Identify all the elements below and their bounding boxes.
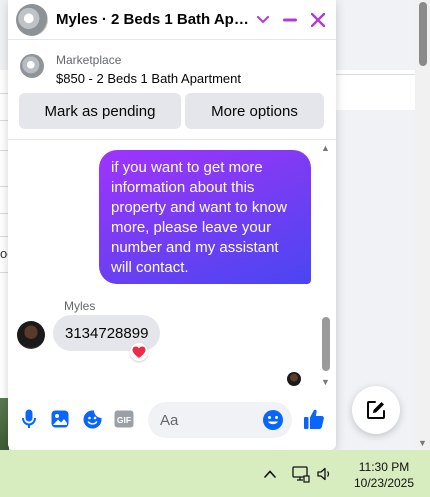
scroll-down-arrow-icon[interactable]: ▼ (321, 377, 330, 387)
taskbar: 11:30 PM 10/23/2025 (0, 450, 430, 497)
clock-time: 11:30 PM (358, 460, 410, 474)
chat-header: Myles · 2 Beds 1 Bath Apartment (8, 0, 336, 40)
compose-icon (367, 401, 385, 419)
microphone-icon[interactable] (18, 408, 40, 430)
heart-reaction-icon[interactable] (130, 343, 148, 361)
background-page-right (336, 70, 416, 110)
outgoing-message[interactable]: if you want to get more information abou… (99, 150, 311, 284)
clock-date: 10/23/2025 (353, 476, 415, 490)
emoji-icon[interactable] (262, 409, 284, 431)
message-input-wrapper (148, 402, 292, 438)
message-list[interactable]: if you want to get more information abou… (8, 141, 336, 391)
close-icon[interactable] (306, 8, 330, 32)
chevron-down-icon[interactable] (251, 8, 275, 32)
minimize-icon[interactable] (278, 8, 302, 32)
listing-title[interactable]: $850 - 2 Beds 1 Bath Apartment (56, 71, 241, 86)
seen-receipt-avatar (287, 372, 301, 386)
scroll-down-arrow-icon[interactable]: ▼ (418, 438, 427, 448)
page-scrollbar-thumb[interactable] (419, 2, 427, 66)
network-icon[interactable] (292, 465, 310, 483)
listing-thumbnail[interactable] (20, 54, 44, 78)
chat-title[interactable]: Myles · 2 Beds 1 Bath Apartment (56, 11, 252, 28)
gif-label: GIF (117, 415, 131, 425)
page-scrollbar[interactable] (415, 0, 430, 450)
new-message-button[interactable] (352, 386, 400, 434)
chevron-up-icon[interactable] (262, 466, 278, 482)
gif-icon[interactable]: GIF (113, 408, 135, 430)
sender-avatar[interactable] (17, 321, 45, 349)
more-options-button[interactable]: More options (185, 93, 324, 129)
message-composer: GIF (8, 400, 336, 440)
mark-as-pending-button[interactable]: Mark as pending (19, 93, 181, 129)
marketplace-listing-card: Marketplace $850 - 2 Beds 1 Bath Apartme… (8, 40, 336, 140)
chat-window: Myles · 2 Beds 1 Bath Apartment Marketpl… (8, 0, 336, 450)
image-icon[interactable] (49, 408, 71, 430)
volume-icon[interactable] (316, 465, 334, 483)
message-scrollbar-thumb[interactable] (322, 317, 330, 371)
sender-name: Myles (64, 299, 96, 313)
system-clock[interactable]: 11:30 PM 10/23/2025 (346, 459, 422, 491)
sticker-icon[interactable] (81, 408, 103, 430)
like-icon[interactable] (302, 407, 326, 431)
divider (336, 74, 416, 75)
scroll-up-arrow-icon[interactable]: ▲ (321, 143, 330, 153)
listing-avatar[interactable] (16, 4, 48, 36)
message-input[interactable] (160, 402, 260, 438)
listing-source: Marketplace (56, 53, 122, 67)
